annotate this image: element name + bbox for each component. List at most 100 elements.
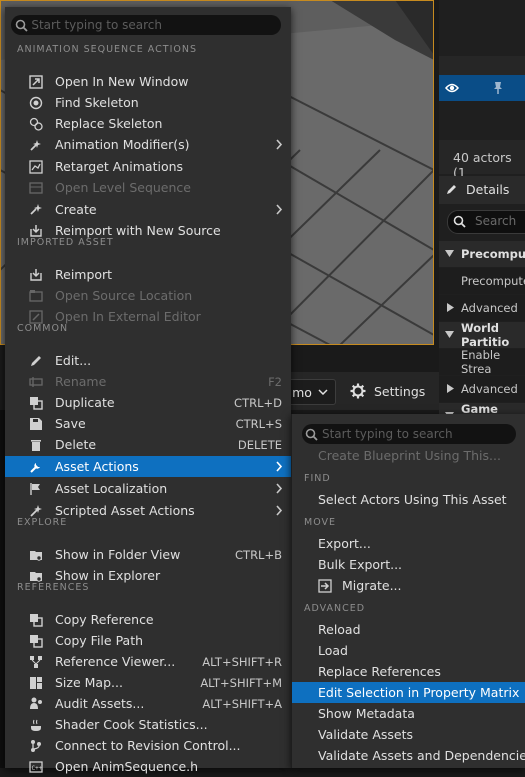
chevron-right-icon [276, 461, 283, 472]
menu-item-label: Open AnimSequence.h [55, 759, 199, 774]
submenu-item-show-metadata[interactable]: Show Metadata [292, 703, 525, 724]
menu-item-show-in-explorer[interactable]: Show in Explorer [5, 565, 291, 586]
submenu-item-validate-assets[interactable]: Validate Assets [292, 724, 525, 745]
menu-item-copy-reference[interactable]: Copy Reference [5, 609, 291, 630]
level-sequence-icon [29, 182, 43, 194]
details-tab-label: Details [466, 182, 510, 197]
menu-item-size-map[interactable]: Size Map... ALT+SHIFT+M [5, 672, 291, 693]
menu-item-scripted-asset-actions[interactable]: Scripted Asset Actions [5, 500, 291, 521]
menu-item-open-level-sequence[interactable]: Open Level Sequence [5, 177, 291, 198]
menu-item-asset-localization[interactable]: Asset Localization [5, 478, 291, 499]
menu-item-shortcut: CTRL+D [234, 395, 282, 410]
reimport-new-source-icon [30, 225, 42, 237]
menu-item-label: Connect to Revision Control... [55, 738, 241, 753]
menu-item-asset-actions[interactable]: Asset Actions [5, 456, 291, 477]
menu-item-label: Delete [55, 437, 97, 452]
menu-item-open-in-new-window[interactable]: Open In New Window [5, 71, 291, 92]
submenu-item-load[interactable]: Load [292, 640, 525, 661]
menu-item-rename[interactable]: Rename F2 [5, 371, 291, 392]
details-row-label: Precompute [461, 274, 525, 288]
mode-dropdown[interactable]: mo [284, 379, 336, 405]
expand-arrow-icon [445, 250, 454, 257]
menu-item-replace-skeleton[interactable]: Replace Skeleton [5, 113, 291, 134]
submenu-item-label: Bulk Export... [318, 557, 403, 572]
submenu-search-input[interactable] [321, 427, 516, 441]
menu-item-open-source-location[interactable]: Open Source Location [5, 285, 291, 306]
menu-item-audit-assets[interactable]: Audit Assets... ALT+SHIFT+A [5, 693, 291, 714]
menu-item-label: Reimport with New Source [55, 223, 221, 238]
menu-item-label: Retarget Animations [55, 159, 184, 174]
details-row[interactable]: Advanced [439, 295, 525, 321]
details-row[interactable]: World Partitio [439, 321, 525, 349]
submenu-item-create-blueprint-using-this[interactable]: Create Blueprint Using This... [292, 445, 525, 466]
submenu-item-replace-references[interactable]: Replace References [292, 661, 525, 682]
submenu-item-edit-selection-in-property-matrix[interactable]: Edit Selection in Property Matrix [292, 682, 525, 703]
cpp-file-icon: C++ [29, 761, 43, 773]
submenu-item-label: Edit Selection in Property Matrix [318, 685, 520, 700]
outliner-panel: 40 actors (1 Details Search Precomputed P… [439, 0, 525, 415]
menu-item-animation-modifier-s[interactable]: Animation Modifier(s) [5, 134, 291, 155]
submenu-item-label: Replace References [318, 664, 441, 679]
menu-item-reimport[interactable]: Reimport [5, 264, 291, 285]
details-row[interactable]: Precompute [439, 268, 525, 294]
asset-context-menu: ANIMATION SEQUENCE ACTIONS IMPORTED ASSE… [5, 7, 291, 774]
menu-item-shader-cook-statistics[interactable]: Shader Cook Statistics... [5, 714, 291, 735]
menu-item-find-skeleton[interactable]: Find Skeleton [5, 92, 291, 113]
menu-item-shortcut: CTRL+B [235, 547, 282, 562]
submenu-item-label: Reload [318, 622, 361, 637]
mode-dropdown-label: mo [292, 384, 312, 400]
context-menu-search[interactable] [11, 15, 281, 35]
collapse-arrow-icon [447, 384, 454, 393]
menu-item-reimport-with-new-source[interactable]: Reimport with New Source [5, 220, 291, 241]
animation-modifier-icon [30, 140, 41, 151]
chevron-down-icon [318, 389, 328, 395]
details-search[interactable]: Search [447, 210, 525, 234]
menu-item-retarget-animations[interactable]: Retarget Animations [5, 156, 291, 177]
scripted-actions-icon [30, 505, 42, 517]
menu-item-reference-viewer[interactable]: Reference Viewer... ALT+SHIFT+R [5, 651, 291, 672]
menu-item-label: Replace Skeleton [55, 116, 163, 131]
pin-icon[interactable] [492, 81, 504, 95]
menu-item-show-in-folder-view[interactable]: Show in Folder View CTRL+B [5, 544, 291, 565]
menu-item-shortcut: ALT+SHIFT+R [202, 654, 282, 669]
menu-item-copy-file-path[interactable]: Copy File Path [5, 630, 291, 651]
submenu-item-reload[interactable]: Reload [292, 619, 525, 640]
submenu-item-label: Validate Assets and Dependencies [318, 748, 525, 763]
menu-item-label: Reference Viewer... [55, 654, 176, 669]
menu-item-label: Find Skeleton [55, 95, 139, 110]
context-menu-search-input[interactable] [31, 18, 281, 32]
submenu-item-bulk-export[interactable]: Bulk Export... [292, 554, 525, 575]
eye-icon[interactable] [445, 82, 459, 94]
details-row[interactable]: Enable Strea [439, 348, 525, 376]
menu-item-open-in-external-editor[interactable]: Open In External Editor [5, 306, 291, 327]
menu-item-create[interactable]: Create [5, 199, 291, 220]
menu-item-shortcut: F2 [268, 374, 282, 389]
collapse-arrow-icon [447, 303, 454, 312]
details-row[interactable]: Precomputed [439, 241, 525, 267]
settings-button[interactable]: Settings [350, 379, 425, 403]
menu-item-label: Reimport [55, 267, 113, 282]
outliner-selected-row[interactable] [439, 75, 525, 101]
replace-skeleton-icon [29, 117, 43, 131]
details-row-label: Enable Strea [461, 348, 501, 376]
menu-item-shortcut: DELETE [237, 437, 282, 452]
menu-item-open-animsequence-h[interactable]: C++ Open AnimSequence.h [5, 756, 291, 777]
submenu-search[interactable] [302, 424, 516, 444]
submenu-item-validate-assets-and-dependencies[interactable]: Validate Assets and Dependencies [292, 745, 525, 766]
submenu-item-export[interactable]: Export... [292, 533, 525, 554]
menu-item-label: Open Level Sequence [55, 180, 191, 195]
menu-item-save[interactable]: Save CTRL+S [5, 413, 291, 434]
menu-item-label: Open Source Location [55, 288, 193, 303]
submenu-item-select-actors-using-this-asset[interactable]: Select Actors Using This Asset [292, 489, 525, 510]
shader-cook-icon [31, 719, 41, 731]
details-row[interactable]: Advanced [439, 376, 525, 402]
menu-item-duplicate[interactable]: Duplicate CTRL+D [5, 392, 291, 413]
audit-assets-icon [30, 697, 42, 709]
menu-item-edit[interactable]: Edit... [5, 350, 291, 371]
menu-item-delete[interactable]: Delete DELETE [5, 434, 291, 455]
details-tab[interactable]: Details [439, 176, 525, 204]
submenu-item-migrate[interactable]: Migrate... [292, 575, 525, 596]
retarget-icon [29, 160, 43, 174]
menu-item-connect-to-revision-control[interactable]: Connect to Revision Control... [5, 735, 291, 756]
chevron-right-icon [276, 139, 283, 150]
